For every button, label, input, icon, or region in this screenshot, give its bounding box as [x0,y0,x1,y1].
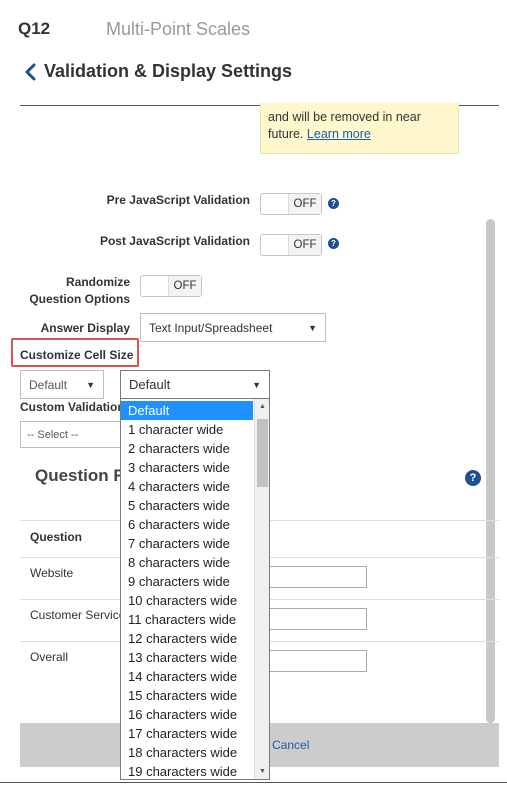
scroll-down-icon[interactable]: ▼ [255,768,269,775]
help-icon[interactable]: ? [465,470,481,486]
dropdown-scrollbar-thumb[interactable] [257,419,268,487]
dropdown-option[interactable]: 18 characters wide [121,743,253,762]
table-row-label: Overall [30,650,69,664]
dropdown-option[interactable]: 16 characters wide [121,705,253,724]
pre-js-validation-toggle[interactable]: OFF [260,193,322,215]
dropdown-option[interactable]: 4 characters wide [121,477,253,496]
dropdown-option[interactable]: 7 characters wide [121,534,253,553]
toggle-state: OFF [289,235,321,255]
page-title: Validation & Display Settings [44,61,293,81]
post-js-validation-toggle[interactable]: OFF [260,234,322,256]
cell-size-height-select[interactable]: Default ▼ [120,370,270,399]
custom-validation-value: -- Select -- [27,428,79,441]
caret-down-icon: ▼ [308,322,317,333]
question-type: Multi-Point Scales [106,19,251,39]
toggle-state: OFF [169,276,201,296]
toggle-knob [141,276,169,296]
caret-down-icon: ▼ [252,379,261,390]
answer-display-value: Text Input/Spreadsheet [149,320,273,335]
toggle-state: OFF [289,194,321,214]
post-js-validation-label: Post JavaScript Validation [99,234,250,248]
dropdown-option[interactable]: 14 characters wide [121,667,253,686]
scroll-up-icon[interactable]: ▲ [255,403,269,410]
randomize-options-toggle[interactable]: OFF [140,275,202,297]
dropdown-option[interactable]: 3 characters wide [121,458,253,477]
dropdown-scrollbar[interactable]: ▲ ▼ [254,399,269,779]
cell-size-width-value: Default [29,377,68,392]
customize-cell-size-label: Customize Cell Size [20,348,134,362]
panel-scrollbar-thumb[interactable] [486,219,495,723]
dropdown-option[interactable]: 1 character wide [121,420,253,439]
dropdown-option[interactable]: 10 characters wide [121,591,253,610]
answer-display-label: Answer Display [40,321,130,335]
section-title: Question R [35,466,126,485]
toggle-knob [261,235,289,255]
custom-validation-label: Custom Validation [20,400,125,414]
table-row-label: Customer Service [30,608,126,622]
dropdown-option[interactable]: 6 characters wide [121,515,253,534]
row-text-input[interactable] [269,608,367,630]
dropdown-option[interactable]: 19 characters wide [121,762,253,779]
deprecation-notice: and will be removed in near future. Lear… [260,103,459,154]
table-column-header: Question [30,530,83,544]
dropdown-option[interactable]: 11 characters wide [121,610,253,629]
dropdown-option[interactable]: 8 characters wide [121,553,253,572]
dropdown-option[interactable]: Default [121,401,253,420]
back-link[interactable]: Validation & Display Settings [24,61,292,82]
toggle-knob [261,194,289,214]
custom-validation-select[interactable]: -- Select -- [20,421,124,448]
dropdown-option[interactable]: 15 characters wide [121,686,253,705]
cell-size-dropdown-list[interactable]: Default 1 character wide 2 characters wide… [120,398,270,780]
chevron-left-icon[interactable] [24,63,36,81]
cancel-button[interactable]: Cancel [272,738,309,752]
randomize-label-line1: Randomize [65,275,130,289]
row-text-input[interactable] [269,566,367,588]
table-row-label: Website [30,566,74,580]
answer-display-select[interactable]: Text Input/Spreadsheet ▼ [140,313,326,342]
pre-js-validation-label: Pre JavaScript Validation [106,193,250,207]
row-text-input[interactable] [269,650,367,672]
dropdown-option[interactable]: 13 characters wide [121,648,253,667]
help-icon[interactable]: ? [328,238,339,249]
dropdown-option[interactable]: 17 characters wide [121,724,253,743]
learn-more-link[interactable]: Learn more [307,127,371,141]
caret-down-icon: ▼ [86,379,95,390]
randomize-label-line2: Question Options [29,292,130,306]
help-icon[interactable]: ? [328,198,339,209]
dropdown-option[interactable]: 12 characters wide [121,629,253,648]
dropdown-option[interactable]: 2 characters wide [121,439,253,458]
cell-size-width-select[interactable]: Default ▼ [20,370,104,399]
cell-size-height-value: Default [129,377,171,392]
dropdown-option[interactable]: 5 characters wide [121,496,253,515]
question-number: Q12 [18,19,51,38]
dropdown-option[interactable]: 9 characters wide [121,572,253,591]
bottom-divider [0,782,507,783]
dropdown-options: Default 1 character wide 2 characters wide… [121,401,253,779]
